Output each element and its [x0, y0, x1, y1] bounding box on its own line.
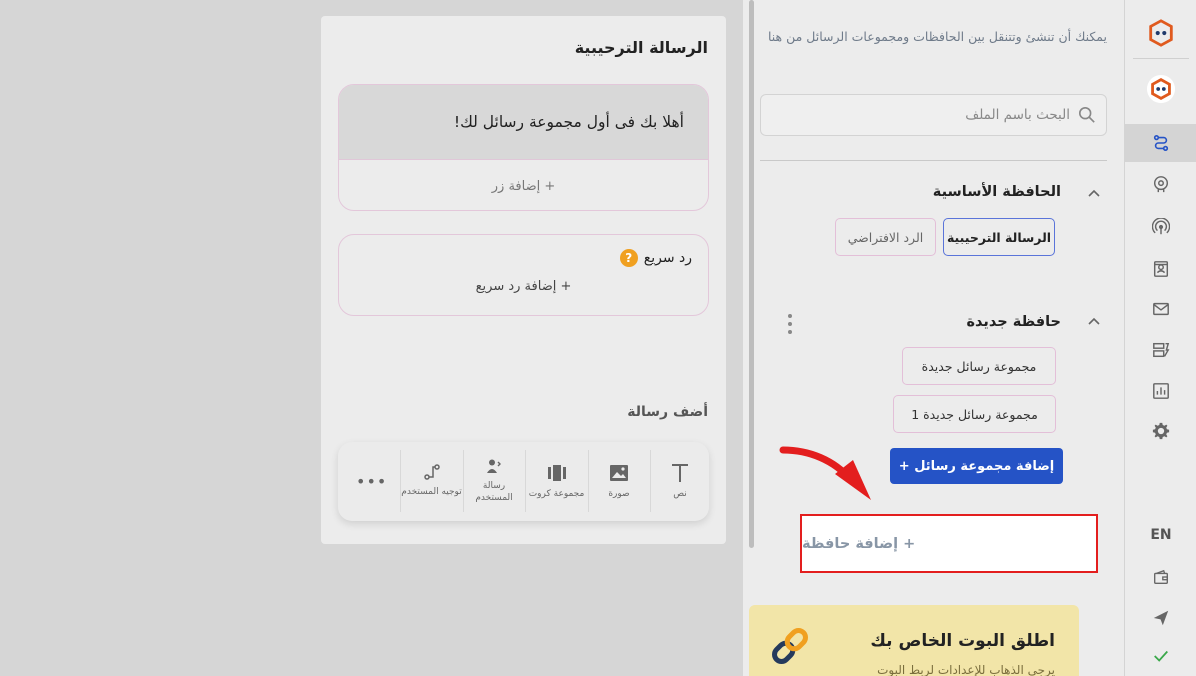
text-icon	[672, 464, 688, 482]
launch-subtitle: يرجى الذهاب للإعدادات لربط البوت	[877, 663, 1055, 676]
annotation-arrow	[779, 446, 871, 500]
folder-title-new[interactable]: حافظة جديدة	[966, 314, 1061, 330]
tool-separator	[588, 450, 589, 512]
add-folder-button[interactable]: + إضافة حافظة	[800, 514, 1098, 573]
cards-icon	[547, 465, 566, 481]
image-icon	[610, 465, 628, 481]
tool-cards[interactable]: مجموعة كروت	[526, 448, 587, 514]
search-icon	[1078, 106, 1095, 123]
message-editor-panel: الرسالة الترحيبية أهلا بك فى أول مجموعة …	[321, 16, 726, 544]
quick-reply-text: رد سريع	[643, 250, 692, 266]
chip-welcome-message[interactable]: الرسالة الترحيبية	[943, 218, 1055, 256]
icon-rail: EN	[1124, 0, 1196, 676]
tool-user-message[interactable]: رسالة المستخدم	[464, 448, 524, 514]
send-icon[interactable]	[1125, 599, 1196, 637]
welcome-message-text[interactable]: أهلا بك فى أول مجموعة رسائل لك!	[339, 85, 708, 160]
sidebar-scrollbar[interactable]	[749, 0, 754, 548]
flow-icon[interactable]	[1125, 124, 1196, 162]
chevron-up-icon[interactable]	[1086, 314, 1102, 330]
chip-message-group[interactable]: مجموعة رسائل جديدة	[902, 347, 1056, 385]
folder-title-main[interactable]: الحافظة الأساسية	[933, 184, 1061, 200]
tool-separator	[400, 450, 401, 512]
settings-icon[interactable]	[1125, 412, 1196, 450]
bot-logo-icon[interactable]	[1125, 14, 1196, 52]
launch-title: اطلق البوت الخاص بك	[870, 631, 1055, 651]
rail-divider	[1133, 58, 1189, 59]
quick-reply-label: رد سريع ?	[619, 249, 692, 267]
link-icon	[772, 628, 808, 664]
language-toggle[interactable]: EN	[1125, 516, 1196, 554]
tool-text[interactable]: نص	[651, 448, 709, 514]
templates-icon[interactable]	[1125, 331, 1196, 369]
chip-default-reply[interactable]: الرد الافتراضي	[835, 218, 936, 256]
wallet-icon[interactable]	[1125, 558, 1196, 596]
add-quick-reply-link[interactable]: + إضافة رد سريع	[339, 279, 708, 294]
page-title: الرسالة الترحيبية	[574, 38, 708, 57]
add-message-title: أضف رسالة	[627, 404, 708, 420]
broadcast-icon[interactable]	[1125, 208, 1196, 246]
folders-sidebar: يمكنك أن تنشئ وتتنقل بين الحافظات ومجموع…	[743, 0, 1124, 676]
check-icon[interactable]	[1125, 637, 1196, 675]
help-icon[interactable]: ?	[619, 249, 638, 267]
folder-options-icon[interactable]	[786, 312, 794, 336]
more-options-icon[interactable]: •••	[356, 472, 387, 491]
route-icon	[423, 464, 440, 480]
add-button-link[interactable]: + إضافة زر	[339, 160, 708, 210]
tool-separator	[463, 450, 464, 512]
add-message-group-button[interactable]: إضافة مجموعة رسائل +	[890, 448, 1063, 484]
launch-bot-card[interactable]: اطلق البوت الخاص بك يرجى الذهاب للإعدادا…	[749, 605, 1079, 676]
search-box[interactable]	[760, 94, 1107, 136]
chip-message-group-1[interactable]: مجموعة رسائل جديدة 1	[893, 395, 1056, 433]
analytics-icon[interactable]	[1125, 372, 1196, 410]
message-type-toolbar: نص صورة مجموعة كروت رسالة المستخدم توجيه…	[338, 442, 709, 521]
contact-card-icon[interactable]	[1125, 250, 1196, 288]
quick-reply-card: رد سريع ? + إضافة رد سريع	[338, 234, 709, 316]
tool-separator	[650, 450, 651, 512]
welcome-message-card: أهلا بك فى أول مجموعة رسائل لك! + إضافة …	[338, 84, 709, 211]
mail-icon[interactable]	[1125, 290, 1196, 328]
tool-image[interactable]: صورة	[589, 448, 649, 514]
tool-route-user[interactable]: توجيه المستخدم	[401, 448, 462, 514]
sidebar-hint: يمكنك أن تنشئ وتتنقل بين الحافظات ومجموع…	[767, 29, 1107, 44]
user-message-icon	[487, 459, 501, 473]
chevron-up-icon[interactable]	[1086, 186, 1102, 202]
sidebar-divider	[760, 160, 1107, 161]
brain-icon[interactable]	[1125, 165, 1196, 203]
bot-avatar-icon[interactable]	[1125, 70, 1196, 108]
language-label: EN	[1150, 527, 1172, 543]
search-input[interactable]	[771, 107, 1078, 123]
tool-separator	[525, 450, 526, 512]
